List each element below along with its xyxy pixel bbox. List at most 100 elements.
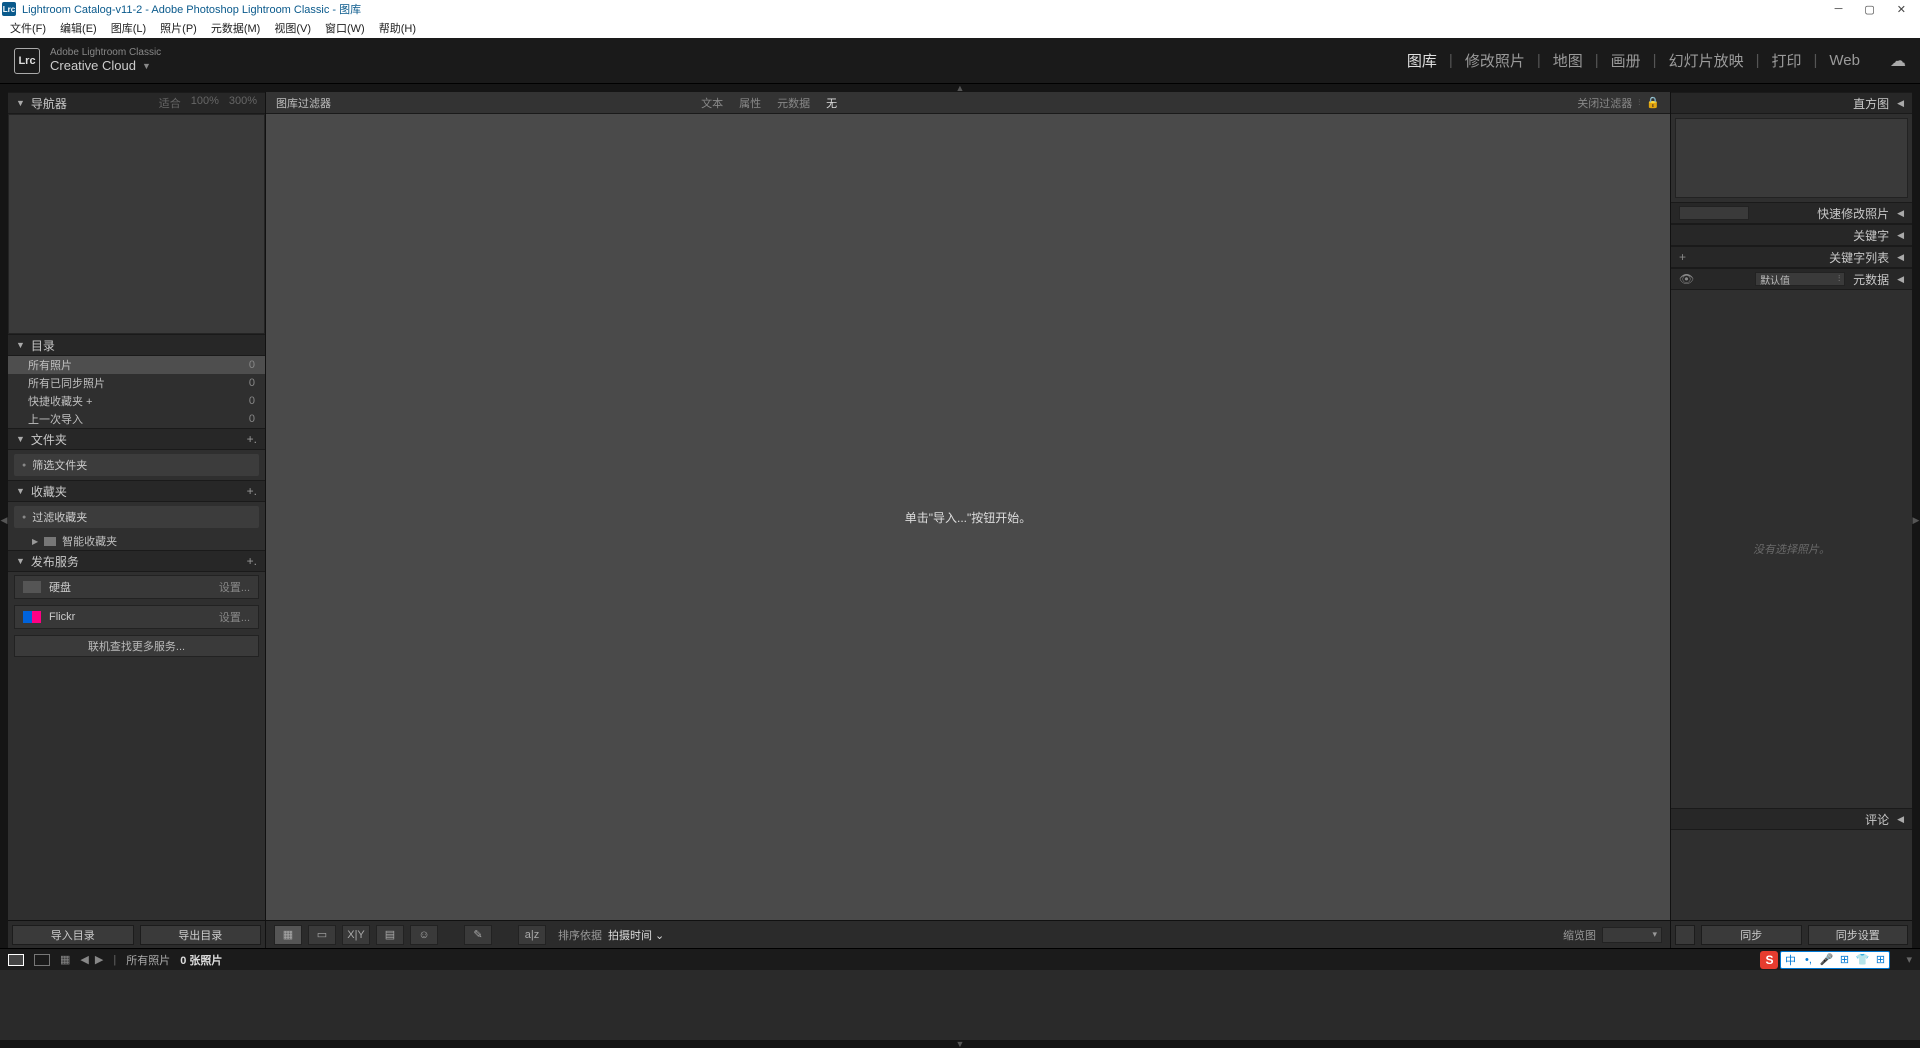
- filter-close[interactable]: 关闭过滤器: [1577, 95, 1632, 111]
- lrc-badge: Lrc: [14, 48, 40, 74]
- folders-filter[interactable]: 筛选文件夹: [14, 454, 259, 476]
- menu-file[interactable]: 文件(F): [4, 20, 52, 36]
- folder-icon: [44, 537, 56, 546]
- ime-toolbar[interactable]: S 中•,🎤⊞👕⊞: [1760, 951, 1890, 969]
- filter-lock-icon[interactable]: 🔒: [1646, 96, 1660, 109]
- collapse-left[interactable]: ◀: [0, 92, 8, 948]
- view-people[interactable]: ☺: [410, 925, 438, 945]
- folders-add[interactable]: +.: [247, 432, 257, 446]
- module-print[interactable]: 打印: [1772, 50, 1802, 71]
- nav-prev[interactable]: ◀: [80, 953, 88, 966]
- module-web[interactable]: Web: [1829, 52, 1860, 69]
- folders-header[interactable]: ▼文件夹+.: [8, 428, 265, 450]
- nav-300[interactable]: 300%: [229, 95, 257, 111]
- keywordlist-header[interactable]: + 关键字列表◀: [1671, 246, 1912, 268]
- titlebar: Lrc Lightroom Catalog-v11-2 - Adobe Phot…: [0, 0, 1920, 18]
- filmstrip-source[interactable]: 所有照片: [126, 952, 170, 968]
- filter-text[interactable]: 文本: [701, 95, 723, 111]
- menu-edit[interactable]: 编辑(E): [54, 20, 103, 36]
- sync-button[interactable]: 同步: [1701, 925, 1802, 945]
- right-panel: 直方图◀ 快速修改照片◀ 关键字◀ + 关键字列表◀ 👁 默认值⫶ 元数据◀ 没…: [1670, 92, 1912, 948]
- filmstrip-header: ▦ ◀ ▶ | 所有照片 0 张照片 S 中•,🎤⊞👕⊞ ▾: [0, 948, 1920, 970]
- menu-metadata[interactable]: 元数据(M): [205, 20, 267, 36]
- module-map[interactable]: 地图: [1553, 50, 1583, 71]
- catalog-header[interactable]: ▼目录: [8, 334, 265, 356]
- nav-fit[interactable]: 适合: [159, 95, 181, 111]
- publish-hd-settings[interactable]: 设置...: [219, 579, 250, 595]
- harddrive-icon: [23, 581, 41, 593]
- find-more-services[interactable]: 联机查找更多服务...: [14, 635, 259, 657]
- menu-photo[interactable]: 照片(P): [154, 20, 203, 36]
- menu-view[interactable]: 视图(V): [268, 20, 317, 36]
- brand-line2[interactable]: Creative Cloud ▼: [50, 59, 161, 74]
- keywordlist-add[interactable]: +: [1679, 250, 1686, 264]
- close-button[interactable]: ✕: [1897, 3, 1906, 16]
- sync-toggle[interactable]: [1675, 925, 1695, 945]
- sort-dir[interactable]: a|z: [518, 925, 546, 945]
- cloud-icon[interactable]: ☁: [1890, 51, 1906, 71]
- menu-library[interactable]: 图库(L): [105, 20, 152, 36]
- publish-add[interactable]: +.: [247, 554, 257, 568]
- catalog-quick[interactable]: 快捷收藏夹 +0: [8, 392, 265, 410]
- filmstrip-menu[interactable]: ▾: [1906, 953, 1912, 966]
- filter-meta[interactable]: 元数据: [777, 95, 810, 111]
- keywords-header[interactable]: 关键字◀: [1671, 224, 1912, 246]
- module-book[interactable]: 画册: [1611, 50, 1641, 71]
- eye-icon[interactable]: 👁: [1679, 272, 1694, 286]
- filmstrip[interactable]: [0, 970, 1920, 1040]
- catalog-lastimport[interactable]: 上一次导入0: [8, 410, 265, 428]
- flickr-icon: [23, 611, 41, 623]
- publish-harddrive[interactable]: 硬盘设置...: [14, 575, 259, 599]
- collapse-top[interactable]: ▲: [0, 84, 1920, 92]
- smart-collections[interactable]: ▶智能收藏夹: [8, 532, 265, 550]
- thumb-size[interactable]: ▾: [1602, 927, 1662, 943]
- comments-header[interactable]: 评论◀: [1671, 808, 1912, 830]
- menu-help[interactable]: 帮助(H): [373, 20, 422, 36]
- view-loupe[interactable]: ▭: [308, 925, 336, 945]
- quickdev-preset[interactable]: [1679, 206, 1749, 220]
- filter-title: 图库过滤器: [276, 95, 331, 111]
- filter-attr[interactable]: 属性: [739, 95, 761, 111]
- collapse-bottom[interactable]: ▼: [0, 1040, 1920, 1048]
- nav-next[interactable]: ▶: [95, 953, 103, 966]
- maximize-button[interactable]: ▢: [1864, 3, 1874, 16]
- collections-header[interactable]: ▼收藏夹+.: [8, 480, 265, 502]
- module-slideshow[interactable]: 幻灯片放映: [1669, 50, 1744, 71]
- import-button[interactable]: 导入目录: [12, 925, 134, 945]
- metadata-preset[interactable]: 默认值⫶: [1755, 272, 1845, 286]
- publish-flickr[interactable]: Flickr设置...: [14, 605, 259, 629]
- metadata-header[interactable]: 👁 默认值⫶ 元数据◀: [1671, 268, 1912, 290]
- grid-mini-icon[interactable]: ▦: [60, 953, 70, 966]
- minimize-button[interactable]: ─: [1835, 3, 1843, 16]
- nav-100[interactable]: 100%: [191, 95, 219, 111]
- export-button[interactable]: 导出目录: [140, 925, 262, 945]
- sogou-icon[interactable]: S: [1760, 951, 1778, 969]
- metadata-empty: 没有选择照片。: [1671, 290, 1912, 808]
- menu-window[interactable]: 窗口(W): [319, 20, 371, 36]
- catalog-synced[interactable]: 所有已同步照片0: [8, 374, 265, 392]
- view-grid[interactable]: ▦: [274, 925, 302, 945]
- module-develop[interactable]: 修改照片: [1465, 50, 1525, 71]
- collapse-right[interactable]: ▶: [1912, 92, 1920, 948]
- module-library[interactable]: 图库: [1407, 50, 1437, 71]
- publish-header[interactable]: ▼发布服务+.: [8, 550, 265, 572]
- navigator-header[interactable]: ▼导航器 适合 100% 300%: [8, 92, 265, 114]
- collections-add[interactable]: +.: [247, 484, 257, 498]
- collections-filter[interactable]: 过滤收藏夹: [14, 506, 259, 528]
- sync-settings-button[interactable]: 同步设置: [1808, 925, 1909, 945]
- view-survey[interactable]: ▤: [376, 925, 404, 945]
- histogram-box: [1675, 118, 1908, 198]
- screen-2[interactable]: [34, 954, 50, 966]
- painter-tool[interactable]: ✎: [464, 925, 492, 945]
- quickdev-header[interactable]: 快速修改照片◀: [1671, 202, 1912, 224]
- view-compare[interactable]: X|Y: [342, 925, 370, 945]
- histogram-header[interactable]: 直方图◀: [1671, 92, 1912, 114]
- navigator-preview: [8, 114, 265, 334]
- filter-none[interactable]: 无: [826, 95, 837, 111]
- catalog-all-photos[interactable]: 所有照片0: [8, 356, 265, 374]
- sort-value[interactable]: 拍摄时间 ⌄: [608, 927, 664, 943]
- publish-flickr-settings[interactable]: 设置...: [219, 609, 250, 625]
- library-filter-bar: 图库过滤器 文本 属性 元数据 无 关闭过滤器 ⫶ 🔒: [266, 92, 1670, 114]
- screen-1[interactable]: [8, 954, 24, 966]
- grid-empty: 单击"导入..."按钮开始。: [266, 114, 1670, 920]
